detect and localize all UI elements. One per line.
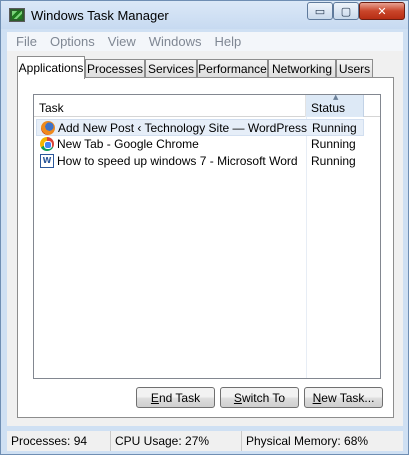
list-item[interactable]: Add New Post ‹ Technology Site — WordPre…	[36, 119, 364, 136]
minimize-button[interactable]: ▭	[307, 2, 333, 20]
maximize-button[interactable]: ▢	[333, 2, 359, 20]
word-document-icon: W	[40, 154, 54, 168]
sort-ascending-icon: ▲	[333, 93, 339, 101]
end-task-label: End Task	[150, 390, 201, 405]
new-task-button[interactable]: New Task...	[304, 387, 383, 408]
new-task-label: New Task...	[312, 390, 375, 405]
chrome-icon	[40, 137, 54, 151]
tab-services[interactable]: Services	[145, 59, 197, 78]
tab-panel: Applications Processes Services Performa…	[7, 51, 403, 426]
tab-performance[interactable]: Performance	[197, 59, 268, 78]
processes-count: Processes: 94	[7, 431, 111, 451]
firefox-icon	[41, 121, 55, 135]
task-status: Running	[312, 121, 357, 135]
column-header-status[interactable]: ▲ Status	[306, 93, 364, 117]
list-item[interactable]: New Tab - Google Chrome Running	[36, 136, 364, 153]
switch-to-button[interactable]: Switch To	[220, 387, 299, 408]
tab-processes[interactable]: Processes	[85, 59, 145, 78]
tab-users[interactable]: Users	[336, 59, 373, 78]
menu-help[interactable]: Help	[214, 34, 245, 49]
end-task-button[interactable]: End Task	[136, 387, 215, 408]
close-button[interactable]: ✕	[359, 2, 405, 20]
task-status: Running	[311, 137, 356, 151]
task-manager-icon	[9, 8, 25, 22]
tab-networking[interactable]: Networking	[268, 59, 336, 78]
task-name: How to speed up windows 7 - Microsoft Wo…	[57, 154, 298, 168]
column-header-status-label: Status	[311, 101, 346, 115]
switch-to-label: Switch To	[233, 390, 286, 405]
task-name: New Tab - Google Chrome	[57, 137, 199, 151]
title-bar[interactable]: Windows Task Manager ▭ ▢ ✕	[1, 1, 408, 29]
column-header-task[interactable]: Task	[34, 95, 306, 117]
status-bar: Processes: 94 CPU Usage: 27% Physical Me…	[7, 431, 403, 451]
menu-file[interactable]: File	[16, 34, 41, 49]
cpu-usage: CPU Usage: 27%	[111, 431, 242, 451]
menu-view[interactable]: View	[108, 34, 140, 49]
tab-applications[interactable]: Applications	[17, 56, 85, 79]
task-status: Running	[311, 154, 356, 168]
list-item[interactable]: W How to speed up windows 7 - Microsoft …	[36, 153, 364, 170]
list-header: Task ▲ Status	[34, 93, 380, 117]
menu-options[interactable]: Options	[50, 34, 99, 49]
window-title: Windows Task Manager	[31, 8, 169, 23]
task-manager-window: Windows Task Manager ▭ ▢ ✕ File Options …	[0, 0, 409, 455]
physical-memory: Physical Memory: 68%	[246, 434, 369, 448]
menu-windows[interactable]: Windows	[149, 34, 206, 49]
applications-list[interactable]: Task ▲ Status Add New Post ‹ Technology …	[33, 93, 381, 379]
task-name: Add New Post ‹ Technology Site — WordPre…	[58, 121, 308, 135]
menu-bar: File Options View Windows Help	[7, 32, 403, 51]
applications-content: Task ▲ Status Add New Post ‹ Technology …	[17, 77, 394, 418]
